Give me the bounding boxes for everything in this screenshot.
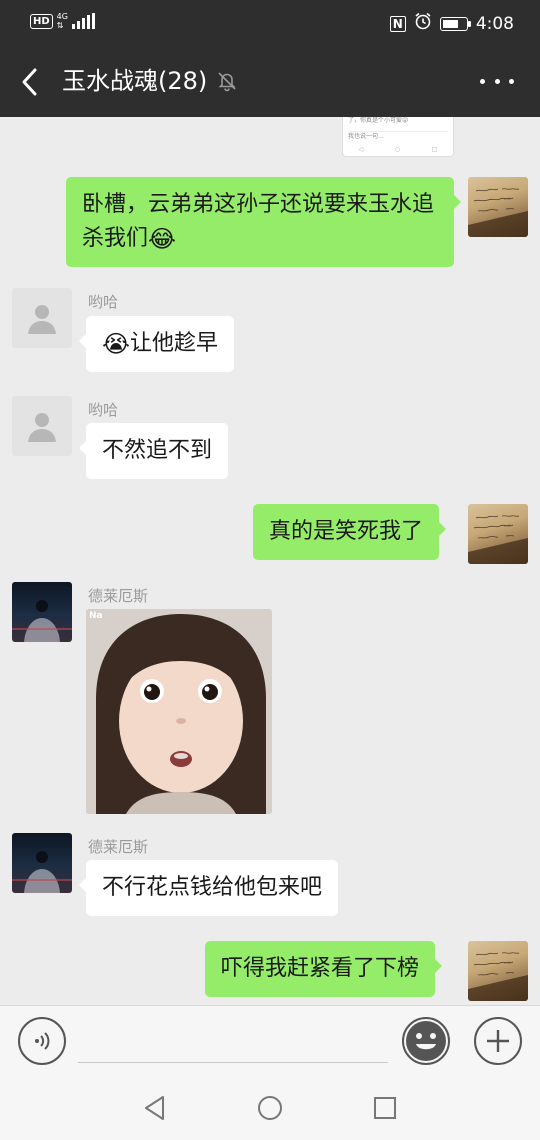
hd-badge: HD <box>30 13 53 29</box>
status-left: HD 4G ⇅ <box>30 12 95 30</box>
emoji-button[interactable] <box>402 1017 450 1065</box>
circle-home-icon <box>258 1096 282 1120</box>
sticker-tag: Na <box>89 611 103 621</box>
person-icon <box>28 305 56 334</box>
chat-header: 玉水战魂(28) <box>0 46 540 117</box>
message-input[interactable] <box>78 1062 388 1063</box>
plus-icon <box>487 1030 509 1052</box>
self-avatar[interactable] <box>468 177 528 237</box>
chat-area[interactable]: 了，你真是个小可爱😜 我也说一句... ◁ ○ □ 卧槽，云弟弟这孙子还说要来玉水追… <box>0 117 540 1005</box>
network-type: 4G ⇅ <box>56 12 68 30</box>
clock: 4:08 <box>475 13 514 34</box>
loudly-crying-emoji: 😭 <box>102 330 131 358</box>
triangle-back-icon <box>145 1096 164 1120</box>
status-bar: HD 4G ⇅ N 4:08 <box>0 0 540 46</box>
message-bubble-received[interactable]: 不行花点钱给他包来吧 <box>78 860 339 916</box>
page-title: 玉水战魂(28) <box>62 67 208 95</box>
alarm-icon <box>414 12 432 35</box>
nav-recents-button[interactable] <box>370 1093 400 1123</box>
message-bubble-sent[interactable]: 真的是笑死我了 <box>253 504 447 560</box>
nav-home-button[interactable] <box>255 1093 285 1123</box>
default-avatar[interactable] <box>12 288 72 348</box>
voice-icon <box>35 1032 50 1050</box>
chevron-left-icon <box>22 68 37 96</box>
signal-icon <box>71 13 95 29</box>
self-avatar[interactable] <box>468 504 528 564</box>
back-button[interactable] <box>12 64 48 100</box>
status-right: N 4:08 <box>389 12 514 35</box>
message-bubble-sent[interactable]: 卧槽，云弟弟这孙子还说要来玉水追杀我们😂 <box>66 177 461 267</box>
add-more-button[interactable] <box>474 1017 522 1065</box>
nfc-icon: N <box>389 15 406 32</box>
screenshot-thumbnail[interactable]: 了，你真是个小可爱😜 我也说一句... ◁ ○ □ <box>342 117 454 157</box>
battery-icon <box>439 16 471 31</box>
person-icon <box>28 413 56 442</box>
voice-toggle-button[interactable] <box>18 1017 66 1065</box>
square-recents-icon <box>374 1097 396 1119</box>
sender-name: 德莱厄斯 <box>88 838 149 856</box>
sender-name: 哟哈 <box>88 401 119 419</box>
member-avatar[interactable] <box>12 582 72 642</box>
tears-of-joy-emoji: 😂 <box>148 225 177 253</box>
message-bubble-received[interactable]: 不然追不到 <box>78 423 229 479</box>
default-avatar[interactable] <box>12 396 72 456</box>
sender-name: 哟哈 <box>88 293 119 311</box>
member-avatar[interactable] <box>12 833 72 893</box>
input-bar <box>0 1005 540 1075</box>
smiley-icon <box>406 1021 446 1061</box>
message-bubble-received[interactable]: 😭让他趁早 <box>78 316 235 372</box>
mute-bell-icon <box>216 70 238 92</box>
sticker-image[interactable]: Na <box>86 609 272 814</box>
nav-back-button[interactable] <box>140 1093 170 1123</box>
sender-name: 德莱厄斯 <box>88 587 149 605</box>
message-bubble-sent[interactable]: 吓得我赶紧看了下榜 <box>205 941 443 997</box>
more-options-button[interactable] <box>480 70 514 92</box>
system-nav-bar <box>0 1075 540 1140</box>
self-avatar[interactable] <box>468 941 528 1001</box>
